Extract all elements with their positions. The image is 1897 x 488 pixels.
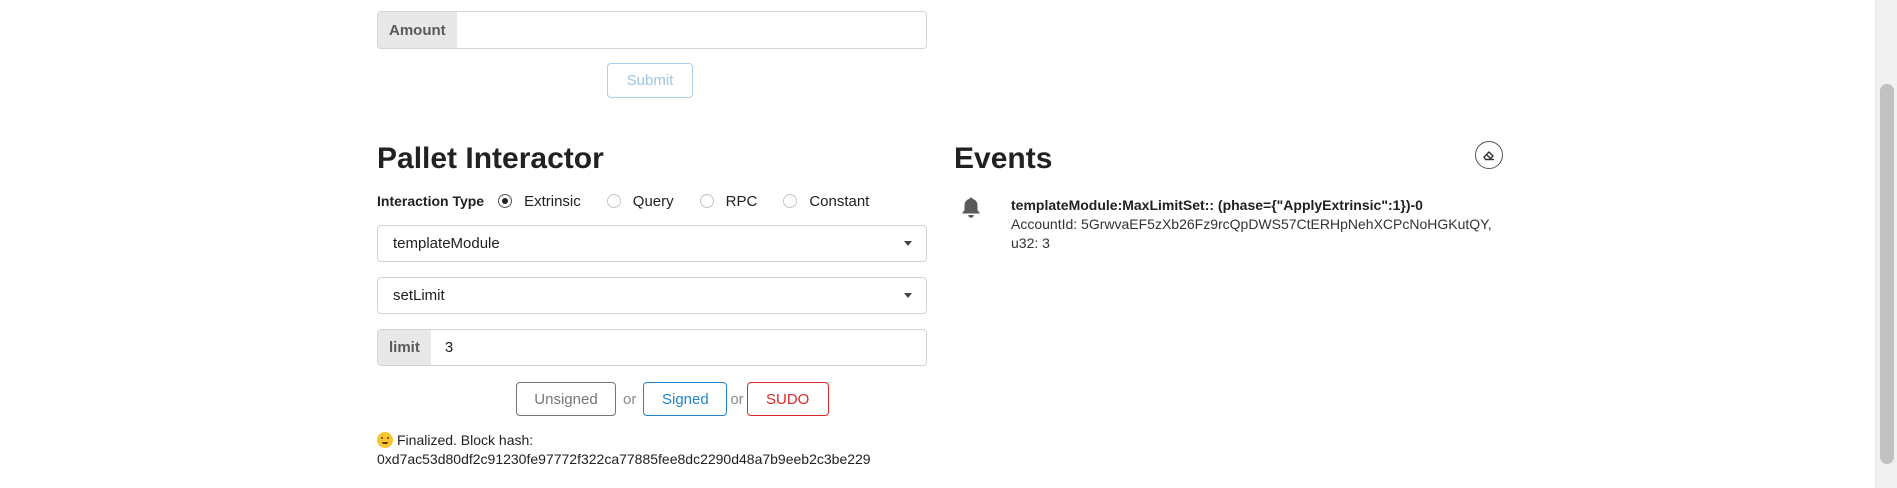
radio-constant-label: Constant: [809, 192, 870, 210]
events-title: Events: [954, 142, 1053, 175]
pallet-dropdown[interactable]: templateModule: [377, 225, 927, 262]
limit-input[interactable]: 3: [430, 330, 926, 365]
event-item: templateModule:MaxLimitSet:: (phase={"Ap…: [960, 196, 1492, 253]
submit-button[interactable]: Submit: [607, 63, 693, 98]
tx-status: Finalized. Block hash: 0xd7ac53d80df2c91…: [377, 431, 871, 469]
caret-down-icon: [904, 293, 912, 298]
radio-query[interactable]: Query: [606, 192, 674, 210]
event-detail: AccountId: 5GrwvaEF5zXb26Fz9rcQpDWS57CtE…: [1011, 216, 1492, 232]
radio-rpc[interactable]: RPC: [699, 192, 758, 210]
eraser-icon: [1483, 151, 1494, 161]
transaction-buttons: Unsigned or Signed or SUDO: [516, 381, 829, 417]
caret-down-icon: [904, 241, 912, 246]
limit-label: limit: [378, 330, 431, 365]
bell-icon: [962, 197, 980, 218]
radio-circle-checked[interactable]: [498, 194, 513, 208]
clear-events-button[interactable]: [1475, 141, 1503, 169]
block-hash: 0xd7ac53d80df2c91230fe97772f322ca77885fe…: [377, 451, 871, 467]
radio-constant[interactable]: Constant: [783, 193, 869, 210]
sudo-button[interactable]: SUDO: [746, 382, 829, 416]
or-separator: or: [730, 390, 744, 408]
signed-button[interactable]: Signed: [643, 382, 728, 416]
callable-dropdown-value: setLimit: [393, 287, 445, 304]
interaction-type-group: Interaction Type Extrinsic Query RPC Con…: [377, 191, 895, 211]
radio-circle[interactable]: [783, 194, 798, 208]
scrollbar-track[interactable]: [1875, 0, 1897, 488]
event-title: templateModule:MaxLimitSet:: (phase={"Ap…: [1011, 197, 1423, 213]
radio-extrinsic-label: Extrinsic: [524, 192, 581, 210]
amount-input[interactable]: [456, 12, 926, 48]
radio-query-label: Query: [632, 192, 674, 210]
limit-input-group: limit 3: [377, 329, 927, 366]
radio-extrinsic[interactable]: Extrinsic: [498, 193, 581, 210]
interaction-type-label: Interaction Type: [377, 193, 485, 209]
callable-dropdown[interactable]: setLimit: [377, 277, 927, 314]
radio-circle[interactable]: [699, 194, 714, 208]
unsigned-button[interactable]: Unsigned: [516, 382, 616, 416]
amount-label: Amount: [378, 12, 457, 48]
amount-input-group: Amount: [377, 11, 927, 49]
smiling-face-icon: [377, 432, 393, 448]
pallet-dropdown-value: templateModule: [393, 235, 500, 252]
status-text: Finalized. Block hash:: [397, 432, 534, 448]
event-detail: u32: 3: [1011, 235, 1050, 251]
radio-circle[interactable]: [606, 194, 621, 208]
event-body: templateModule:MaxLimitSet:: (phase={"Ap…: [1011, 196, 1492, 253]
or-separator: or: [623, 390, 637, 408]
pallet-interactor-title: Pallet Interactor: [377, 142, 604, 175]
radio-rpc-label: RPC: [725, 192, 758, 210]
scrollbar-thumb[interactable]: [1880, 84, 1894, 464]
